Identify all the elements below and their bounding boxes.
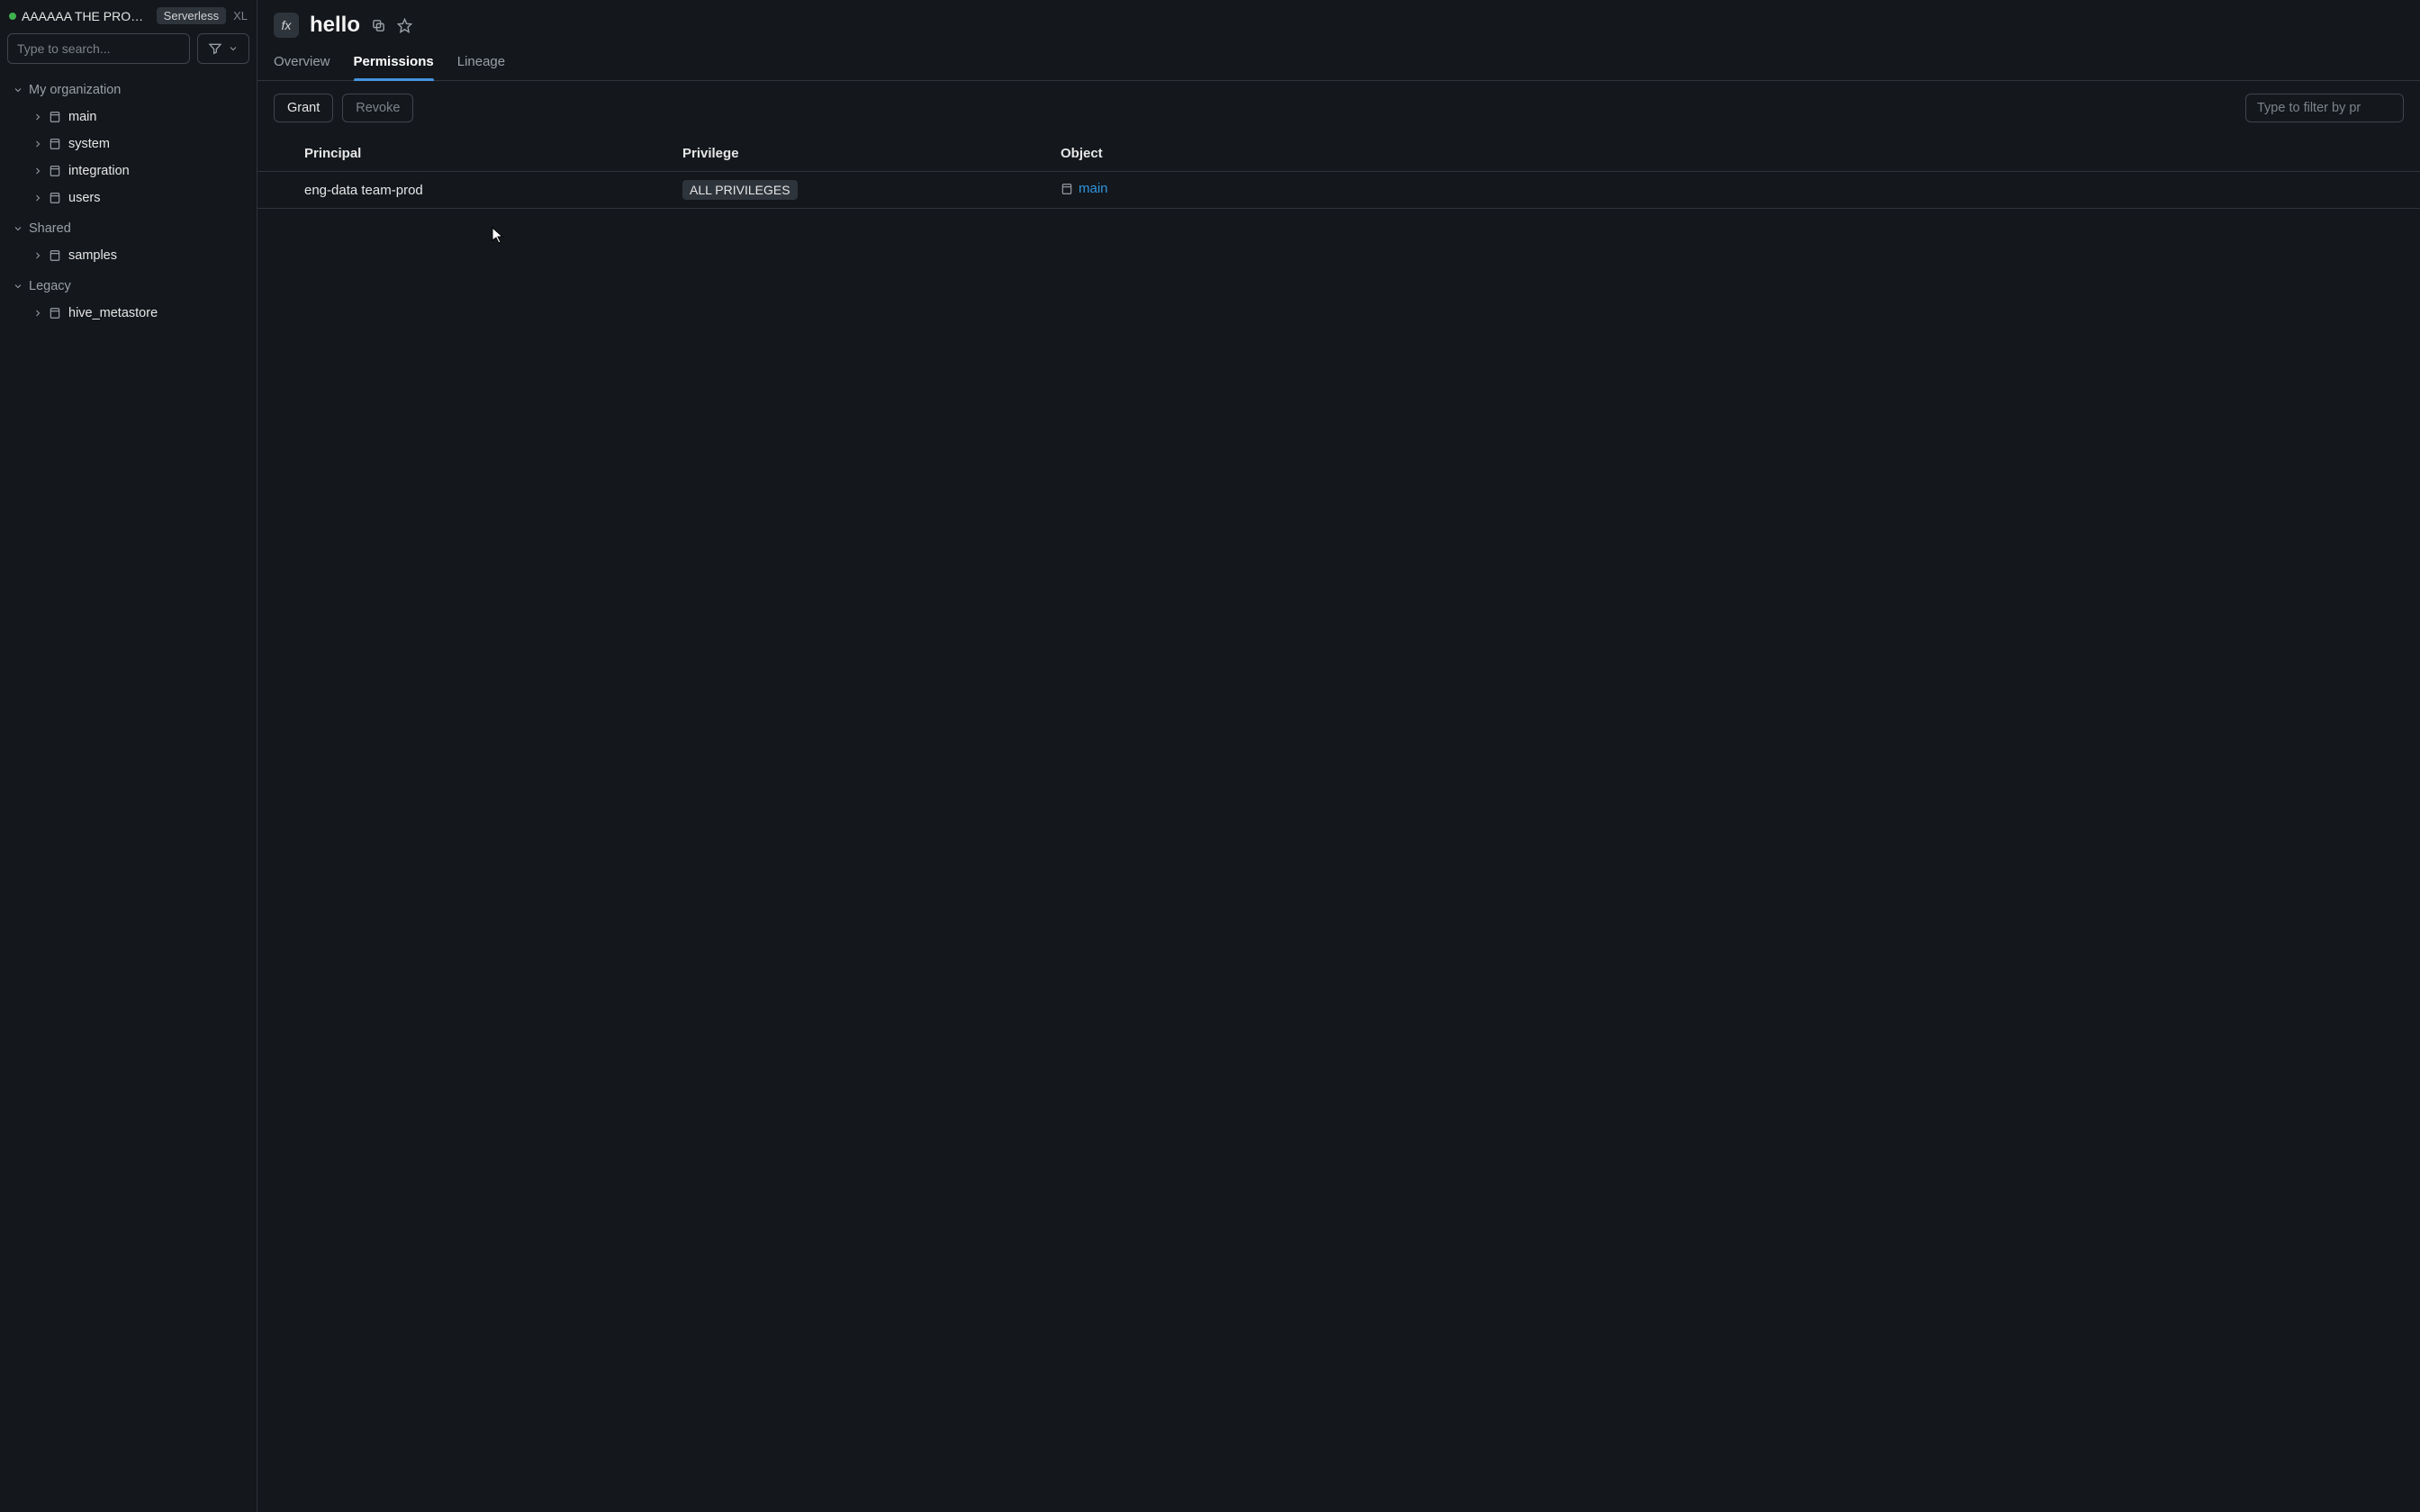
tab-overview[interactable]: Overview (274, 47, 330, 80)
col-privilege: Privilege (682, 137, 1061, 170)
permissions-table: Principal Privilege Object eng-data team… (257, 135, 2420, 209)
chevron-right-icon (32, 250, 43, 261)
workspace-mode-tag: Serverless (157, 7, 226, 24)
copy-icon[interactable] (371, 18, 386, 33)
table-row[interactable]: eng-data team-prod ALL PRIVILEGES main (257, 172, 2420, 209)
tree-item-samples[interactable]: samples (20, 242, 253, 269)
tab-lineage[interactable]: Lineage (457, 47, 505, 80)
catalog-tree: My organization main system (0, 73, 257, 330)
chevron-right-icon (32, 193, 43, 203)
status-dot-icon (9, 13, 16, 20)
tree-item-label: main (68, 110, 96, 124)
tree-item-integration[interactable]: integration (20, 158, 253, 184)
tree-item-label: hive_metastore (68, 306, 158, 320)
cell-privilege: ALL PRIVILEGES (682, 180, 1061, 200)
cell-principal: eng-data team-prod (304, 183, 682, 198)
chevron-down-icon (13, 85, 23, 95)
grant-button[interactable]: Grant (274, 94, 333, 122)
object-link[interactable]: main (1061, 181, 1108, 196)
catalog-icon (49, 111, 63, 123)
workspace-header[interactable]: AAAAAA THE PRODU… Serverless XL (0, 0, 257, 30)
tree-item-label: integration (68, 164, 130, 178)
tree-section-label: Shared (29, 221, 71, 236)
tabs: Overview Permissions Lineage (257, 43, 2420, 81)
page-title: hello (310, 13, 360, 38)
star-icon[interactable] (397, 18, 412, 33)
tree-item-main[interactable]: main (20, 104, 253, 130)
filter-button[interactable] (197, 33, 249, 64)
tree-item-hive-metastore[interactable]: hive_metastore (20, 300, 253, 327)
chevron-right-icon (32, 308, 43, 319)
chevron-right-icon (32, 112, 43, 122)
search-input[interactable] (7, 33, 190, 64)
chevron-down-icon (13, 281, 23, 292)
chevron-down-icon (13, 223, 23, 234)
catalog-icon (49, 307, 63, 320)
tree-section-shared[interactable]: Shared (4, 215, 253, 242)
filter-input[interactable] (2245, 94, 2404, 122)
tree-item-users[interactable]: users (20, 184, 253, 212)
object-link-label: main (1079, 181, 1108, 196)
function-icon: fx (274, 13, 299, 38)
tree-section-my-organization[interactable]: My organization (4, 76, 253, 104)
workspace-name: AAAAAA THE PRODU… (22, 9, 151, 23)
catalog-icon (49, 249, 63, 262)
tree-section-legacy[interactable]: Legacy (4, 273, 253, 300)
privilege-chip: ALL PRIVILEGES (682, 180, 798, 200)
catalog-icon (49, 165, 63, 177)
tree-item-system[interactable]: system (20, 130, 253, 158)
funnel-icon (208, 41, 222, 56)
tree-item-label: samples (68, 248, 117, 263)
workspace-size: XL (231, 9, 248, 22)
catalog-icon (49, 138, 63, 150)
tab-permissions[interactable]: Permissions (354, 47, 434, 80)
col-object: Object (1061, 137, 2404, 170)
revoke-button[interactable]: Revoke (342, 94, 413, 122)
sidebar: AAAAAA THE PRODU… Serverless XL (0, 0, 257, 1512)
tree-section-label: Legacy (29, 279, 71, 293)
main-panel: fx hello Overview Permissions Lineage Gr… (257, 0, 2420, 1512)
tree-item-label: users (68, 191, 100, 205)
catalog-icon (49, 192, 63, 204)
chevron-right-icon (32, 166, 43, 176)
col-principal: Principal (304, 137, 682, 170)
chevron-right-icon (32, 139, 43, 149)
tree-item-label: system (68, 137, 110, 151)
tree-section-label: My organization (29, 83, 121, 97)
chevron-down-icon (228, 43, 239, 54)
